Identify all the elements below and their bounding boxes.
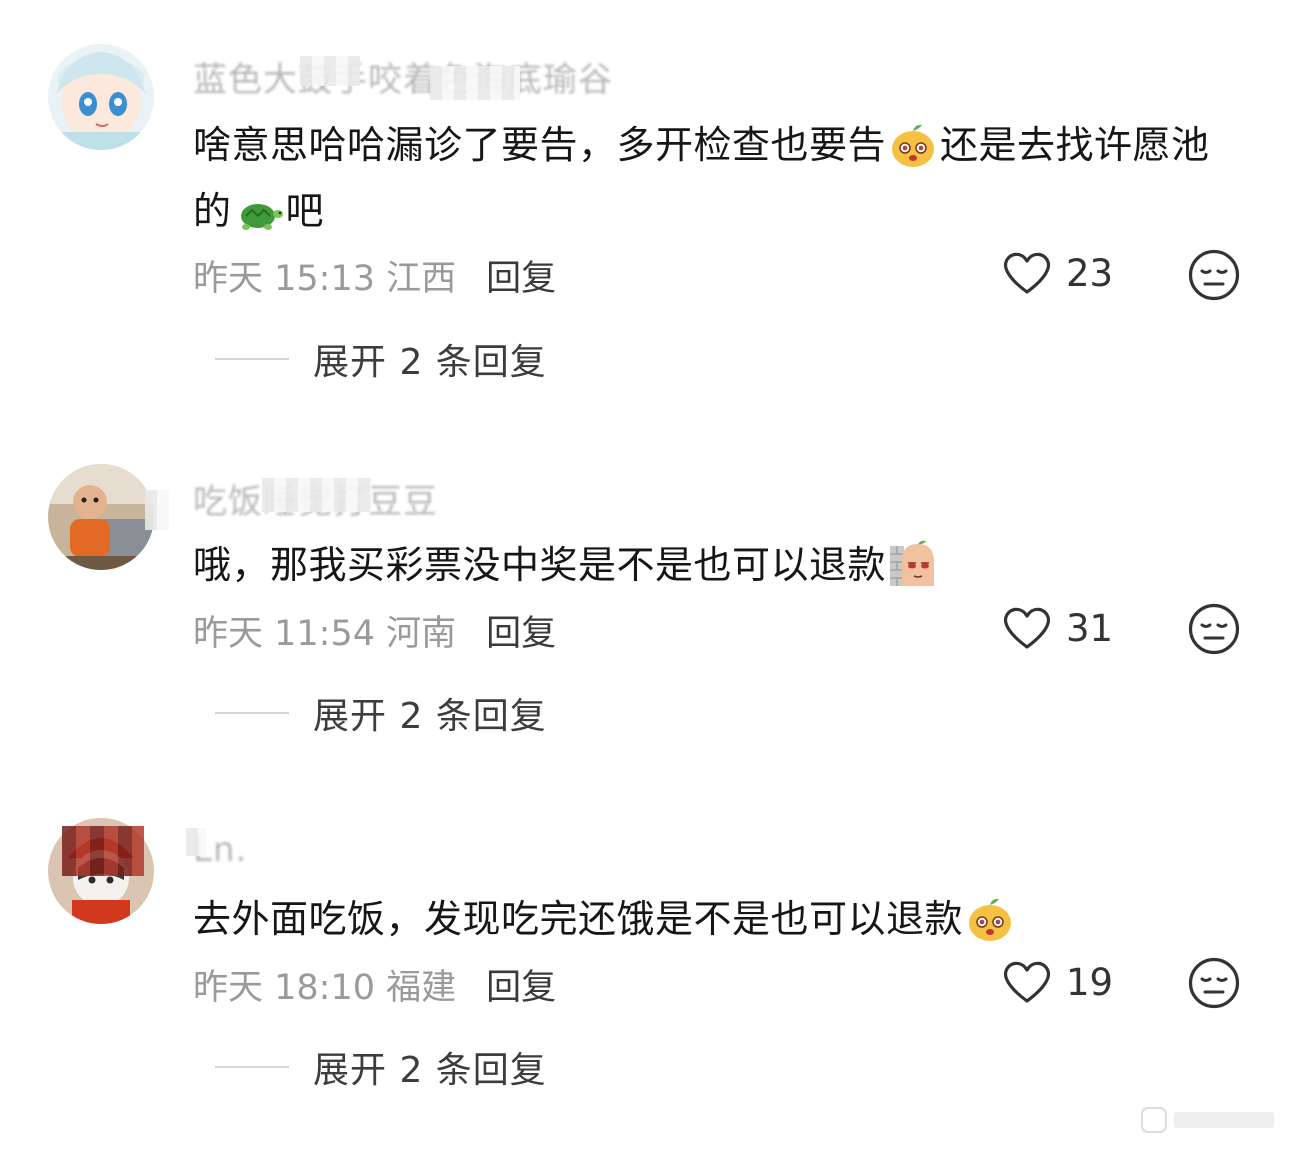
avatar-mosaic (62, 826, 144, 876)
avatar[interactable] (48, 44, 154, 150)
expand-replies-label: 展开 2 条回复 (313, 696, 547, 737)
comment-list: 蓝色大鼓手咬着色海底瑜谷 啥意思哈哈漏诊了要告，多开检查也要告 还是去找许愿池的… (0, 0, 1290, 1155)
expand-replies-label: 展开 2 条回复 (313, 1050, 547, 1091)
bean-smile-emoji (892, 124, 935, 167)
time-location: 昨天 18:10 福建 (193, 968, 457, 1008)
heart-outline-icon (1003, 607, 1051, 649)
bean-smile-emoji (969, 898, 1012, 941)
comment-meta: 昨天 11:54 河南 回复 (193, 605, 556, 656)
turtle-emoji (240, 203, 283, 230)
username-mosaic (145, 490, 169, 530)
comment-meta: 昨天 18:10 福建 回复 (193, 959, 556, 1010)
expand-replies-label: 展开 2 条回复 (313, 342, 547, 383)
expand-replies-button[interactable]: 展开 2 条回复 (215, 687, 547, 739)
comment-text-part: 吧 (285, 189, 325, 233)
comment-text: 哦，那我买彩票没中奖是不是也可以退款 (193, 532, 1223, 598)
like-count: 31 (1066, 606, 1114, 650)
reply-button[interactable]: 回复 (486, 259, 556, 299)
username-mosaic (186, 828, 206, 856)
expand-replies-button[interactable]: 展开 2 条回复 (215, 333, 547, 385)
heart-outline-icon (1003, 252, 1051, 294)
like-button[interactable]: 23 (1002, 250, 1113, 296)
username-mosaic (300, 56, 360, 86)
time-location: 昨天 15:13 江西 (193, 259, 457, 299)
like-button[interactable]: 19 (1002, 959, 1113, 1005)
like-count: 19 (1066, 960, 1114, 1004)
meh-face-icon[interactable] (1187, 248, 1241, 302)
watermark-logo (1141, 1107, 1274, 1133)
meh-face-icon[interactable] (1187, 602, 1241, 656)
comment-text-part: 哦，那我买彩票没中奖是不是也可以退款 (193, 543, 887, 587)
divider-line (215, 712, 289, 714)
avatar[interactable] (48, 464, 154, 570)
like-count: 23 (1066, 251, 1114, 295)
username-mosaic (262, 478, 372, 512)
divider-line (215, 1066, 289, 1068)
comment-text: 啥意思哈哈漏诊了要告，多开检查也要告 还是去找许愿池的 吧 (193, 112, 1223, 244)
divider-line (215, 358, 289, 360)
comment-text-part: 去外面吃饭，发现吃完还饿是不是也可以退款 (193, 897, 964, 941)
expand-replies-button[interactable]: 展开 2 条回复 (215, 1041, 547, 1093)
comment-text: 去外面吃饭，发现吃完还饿是不是也可以退款 (193, 886, 1223, 952)
reply-button[interactable]: 回复 (486, 614, 556, 654)
meh-face-icon[interactable] (1187, 956, 1241, 1010)
reply-button[interactable]: 回复 (486, 968, 556, 1008)
heart-outline-icon (1003, 961, 1051, 1003)
comment-meta: 昨天 15:13 江西 回复 (193, 250, 556, 301)
peek-wall-emoji (890, 540, 935, 586)
comment-text-part: 啥意思哈哈漏诊了要告，多开检查也要告 (193, 123, 887, 167)
username[interactable]: 蓝色大鼓手咬着色海底瑜谷 (193, 52, 613, 101)
time-location: 昨天 11:54 河南 (193, 614, 457, 654)
username-mosaic (430, 66, 520, 100)
like-button[interactable]: 31 (1002, 605, 1113, 651)
